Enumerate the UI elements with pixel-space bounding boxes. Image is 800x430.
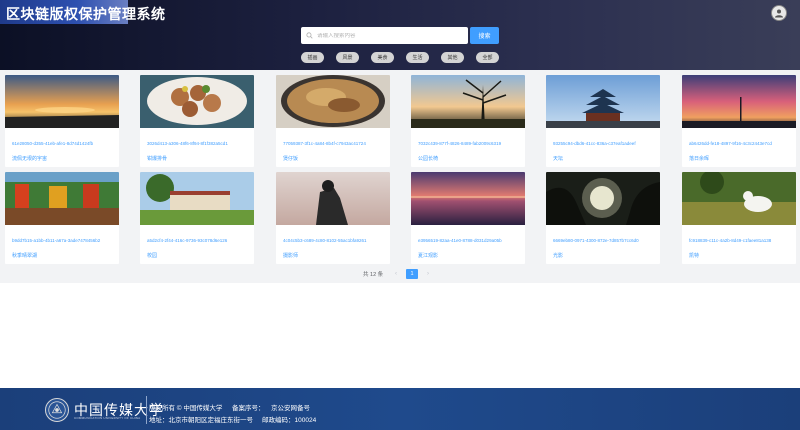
app-title: 区块链版权保护管理系统 bbox=[6, 6, 166, 22]
category-other-button[interactable]: 其他 bbox=[441, 52, 464, 63]
card-thumbnail[interactable] bbox=[5, 172, 119, 225]
search-box bbox=[301, 27, 468, 44]
card-thumbnail[interactable] bbox=[276, 75, 390, 128]
school-name-en: COMMUNICATION UNIVERSITY OF CHINA bbox=[74, 416, 141, 420]
card-title[interactable]: 煲仔饭 bbox=[283, 155, 298, 162]
image-card[interactable]: fc918839-c11c-4a2b-8d49-c1faee81a138 凯特 bbox=[682, 172, 796, 264]
card-uuid[interactable]: 7032c439-877f-4826-8489-fab2009c6319 bbox=[418, 141, 522, 146]
search-button[interactable]: 搜索 bbox=[470, 27, 499, 44]
card-thumbnail[interactable] bbox=[411, 75, 525, 128]
footer-address: 地址：北京市朝阳区定福庄东街一号 bbox=[149, 417, 253, 424]
card-thumbnail[interactable] bbox=[682, 172, 796, 225]
school-emblem-icon bbox=[48, 401, 66, 419]
card-uuid[interactable]: e3956519-82aa-41e0-8788-d031d29a05b bbox=[418, 238, 522, 243]
pagination-next-button[interactable]: › bbox=[423, 269, 433, 279]
image-card[interactable]: 7032c439-877f-4826-8489-fab2009c6319 公园长… bbox=[411, 75, 525, 167]
card-uuid[interactable]: 61e28050-d355-41eb-afe1-8d74d1424fb bbox=[12, 141, 116, 146]
footer-record-value: 京公安网备号 bbox=[271, 405, 310, 412]
pagination: 共 12 条 ‹ 1 › bbox=[0, 268, 800, 280]
footer-copyright: 版权所有 © 中国传媒大学 bbox=[149, 405, 223, 412]
card-uuid[interactable]: a5d2cf4-2f44-416c-9736-93c078d6e126 bbox=[147, 238, 251, 243]
footer-postcode: 邮政编码：100024 bbox=[262, 417, 317, 424]
card-title[interactable]: 天坛 bbox=[553, 155, 563, 162]
category-illustration-button[interactable]: 插画 bbox=[301, 52, 324, 63]
card-uuid[interactable]: 77059387-3f1c-4a84-8b4f-c7943ac41724 bbox=[283, 141, 387, 146]
header: 区块链版权保护管理系统 搜索 插画 风景 美食 生活 其他 全部 bbox=[0, 0, 800, 70]
image-gallery: 61e28050-d355-41eb-afe1-8d74d1424fb 流佩无垠… bbox=[0, 70, 800, 283]
card-title[interactable]: 落日余晖 bbox=[689, 155, 709, 162]
card-uuid[interactable]: 6669eb80-0971-4300-872e-7d857b7cc6d0 bbox=[553, 238, 657, 243]
image-card[interactable]: 61e28050-d355-41eb-afe1-8d74d1424fb 流佩无垠… bbox=[5, 75, 119, 167]
card-thumbnail[interactable] bbox=[682, 75, 796, 128]
card-uuid[interactable]: b9dd7b15-a1bb-4b11-a67a-3ade7478456b2 bbox=[12, 238, 116, 243]
search-icon bbox=[306, 32, 313, 39]
pagination-page-1[interactable]: 1 bbox=[406, 269, 418, 279]
image-card[interactable]: ab6426dd-fe18-4897-9f16-4c3c2443e7cd 落日余… bbox=[682, 75, 796, 167]
footer: 中国传媒大学 COMMUNICATION UNIVERSITY OF CHINA… bbox=[0, 388, 800, 430]
card-title[interactable]: 凯特 bbox=[689, 252, 699, 259]
card-uuid[interactable]: 4c04c5b3-c689-4c80-8102-55ac1bfa9261 bbox=[283, 238, 387, 243]
card-thumbnail[interactable] bbox=[140, 172, 254, 225]
image-card[interactable]: 4c04c5b3-c689-4c80-8102-55ac1bfa9261 摄影师 bbox=[276, 172, 390, 264]
card-thumbnail[interactable] bbox=[411, 172, 525, 225]
card-thumbnail[interactable] bbox=[5, 75, 119, 128]
image-card[interactable]: b9dd7b15-a1bb-4b11-a67a-3ade7478456b2 秋季… bbox=[5, 172, 119, 264]
category-landscape-button[interactable]: 风景 bbox=[336, 52, 359, 63]
card-title[interactable]: 光影 bbox=[553, 252, 563, 259]
card-title[interactable]: 夏江观影 bbox=[418, 252, 438, 259]
pagination-prev-button[interactable]: ‹ bbox=[391, 269, 401, 279]
category-filter: 插画 风景 美食 生活 其他 全部 bbox=[0, 52, 800, 63]
card-title[interactable]: 秋季晴翠湖 bbox=[12, 252, 37, 259]
category-food-button[interactable]: 美食 bbox=[371, 52, 394, 63]
card-uuid[interactable]: fc918839-c11c-4a2b-8d49-c1faee81a138 bbox=[689, 238, 793, 243]
image-card[interactable]: a5d2cf4-2f44-416c-9736-93c078d6e126 校园 bbox=[140, 172, 254, 264]
card-thumbnail[interactable] bbox=[546, 75, 660, 128]
image-card[interactable]: e3956519-82aa-41e0-8788-d031d29a05b 夏江观影 bbox=[411, 172, 525, 264]
card-uuid[interactable]: ab6426dd-fe18-4897-9f16-4c3c2443e7cd bbox=[689, 141, 793, 146]
pagination-total: 共 12 条 bbox=[363, 272, 384, 278]
image-card[interactable]: 6669eb80-0971-4300-872e-7d857b7cc6d0 光影 bbox=[546, 172, 660, 264]
school-emblem bbox=[45, 398, 69, 422]
user-avatar-icon bbox=[775, 9, 783, 18]
card-title[interactable]: 钳爆排骨 bbox=[147, 155, 167, 162]
footer-divider bbox=[146, 396, 147, 424]
card-uuid[interactable]: 93255c94-dbd6-41cc-836a-c37eaf1adeef bbox=[553, 141, 657, 146]
user-avatar[interactable] bbox=[771, 5, 787, 21]
app-logo: 区块链版权保护管理系统 bbox=[0, 0, 165, 24]
image-card[interactable]: 93255c94-dbd6-41cc-836a-c37eaf1adeef 天坛 bbox=[546, 75, 660, 167]
category-life-button[interactable]: 生活 bbox=[406, 52, 429, 63]
card-title[interactable]: 校园 bbox=[147, 252, 157, 259]
card-thumbnail[interactable] bbox=[140, 75, 254, 128]
category-all-button[interactable]: 全部 bbox=[476, 52, 499, 63]
search-input[interactable] bbox=[317, 32, 457, 39]
card-title[interactable]: 公园长椅 bbox=[418, 155, 438, 162]
card-thumbnail[interactable] bbox=[546, 172, 660, 225]
card-thumbnail[interactable] bbox=[276, 172, 390, 225]
card-title[interactable]: 摄影师 bbox=[283, 252, 298, 259]
image-card[interactable]: 77059387-3f1c-4a84-8b4f-c7943ac41724 煲仔饭 bbox=[276, 75, 390, 167]
card-uuid[interactable]: 3026d413-a306-48f6-8f94-8f1f382a5cd1 bbox=[147, 141, 251, 146]
image-card[interactable]: 3026d413-a306-48f6-8f94-8f1f382a5cd1 钳爆排… bbox=[140, 75, 254, 167]
footer-record-label: 备案序号： bbox=[232, 405, 265, 412]
card-title[interactable]: 流佩无垠的宇宙 bbox=[12, 155, 47, 162]
